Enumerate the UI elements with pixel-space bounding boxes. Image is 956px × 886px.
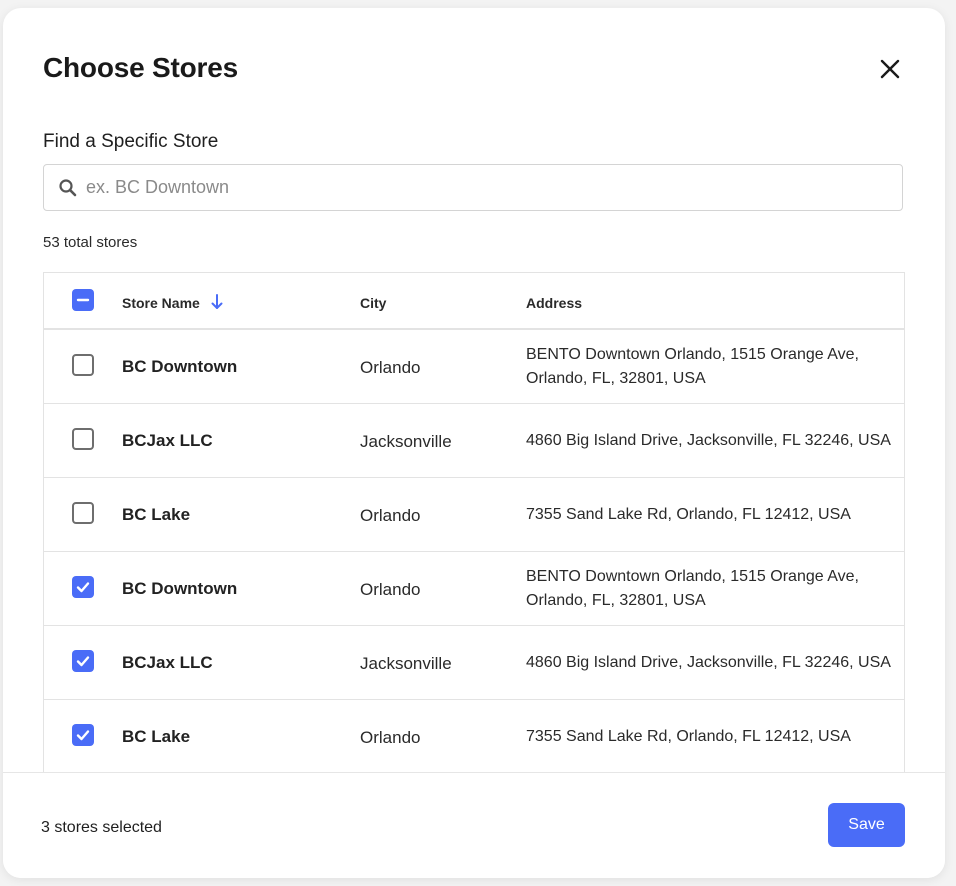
store-city: Orlando — [360, 580, 421, 599]
column-header-address[interactable]: Address — [526, 295, 582, 311]
store-name: BCJax LLC — [122, 431, 213, 450]
minus-icon — [76, 298, 90, 302]
store-city: Jacksonville — [360, 432, 452, 451]
checkmark-icon — [76, 730, 90, 741]
total-stores-count: 53 total stores — [43, 234, 138, 251]
selected-count: 3 stores selected — [41, 819, 162, 836]
row-checkbox[interactable] — [72, 576, 94, 598]
store-city: Orlando — [360, 506, 421, 525]
stores-table: Store Name City Address BC Downtown Orlan… — [43, 272, 905, 772]
store-city: Orlando — [360, 728, 421, 747]
store-city: Jacksonville — [360, 654, 452, 673]
store-address: BENTO Downtown Orlando, 1515 Orange Ave,… — [526, 346, 859, 387]
store-address: 4860 Big Island Drive, Jacksonville, FL … — [526, 432, 891, 449]
row-checkbox[interactable] — [72, 502, 94, 524]
store-address: 4860 Big Island Drive, Jacksonville, FL … — [526, 654, 891, 671]
search-label: Find a Specific Store — [43, 131, 219, 152]
close-button[interactable] — [875, 54, 905, 84]
arrow-down-icon[interactable] — [210, 293, 224, 311]
store-name: BC Downtown — [122, 579, 238, 598]
store-name: BC Lake — [122, 727, 191, 746]
table-row[interactable]: BC Lake Orlando 7355 Sand Lake Rd, Orlando… — [44, 478, 904, 552]
dialog-title: Choose Stores — [43, 52, 238, 83]
store-address: 7355 Sand Lake Rd, Orlando, FL 12412, US… — [526, 728, 851, 745]
dialog-footer: 3 stores selected Save — [3, 772, 945, 878]
column-header-store-name[interactable]: Store Name — [122, 295, 200, 311]
choose-stores-dialog: Choose Stores Find a Specific Store 53 t… — [3, 8, 945, 878]
table-row[interactable]: BCJax LLC Jacksonville 4860 Big Island Dri… — [44, 404, 904, 478]
search-icon — [59, 179, 77, 197]
row-checkbox[interactable] — [72, 354, 94, 376]
store-name: BCJax LLC — [122, 653, 213, 672]
checkmark-icon — [76, 582, 90, 593]
search-input[interactable] — [86, 165, 886, 210]
table-row[interactable]: BC Lake Orlando 7355 Sand Lake Rd, Orlando… — [44, 700, 904, 772]
close-icon — [880, 59, 900, 79]
search-field[interactable] — [43, 164, 903, 211]
store-address: BENTO Downtown Orlando, 1515 Orange Ave,… — [526, 568, 859, 609]
table-row[interactable]: BC Downtown Orlando BENTO Downtown Orlando… — [44, 330, 904, 404]
store-name: BC Downtown — [122, 357, 238, 376]
table-row[interactable]: BCJax LLC Jacksonville 4860 Big Island Dri… — [44, 626, 904, 700]
store-name: BC Lake — [122, 505, 191, 524]
row-checkbox[interactable] — [72, 428, 94, 450]
row-checkbox[interactable] — [72, 650, 94, 672]
select-all-checkbox[interactable] — [72, 289, 94, 311]
store-city: Orlando — [360, 358, 421, 377]
checkmark-icon — [76, 656, 90, 667]
save-button[interactable]: Save — [828, 803, 905, 847]
row-checkbox[interactable] — [72, 724, 94, 746]
column-header-city[interactable]: City — [360, 295, 386, 311]
table-header: Store Name City Address — [44, 273, 904, 330]
store-address: 7355 Sand Lake Rd, Orlando, FL 12412, US… — [526, 506, 851, 523]
table-row[interactable]: BC Downtown Orlando BENTO Downtown Orlando… — [44, 552, 904, 626]
